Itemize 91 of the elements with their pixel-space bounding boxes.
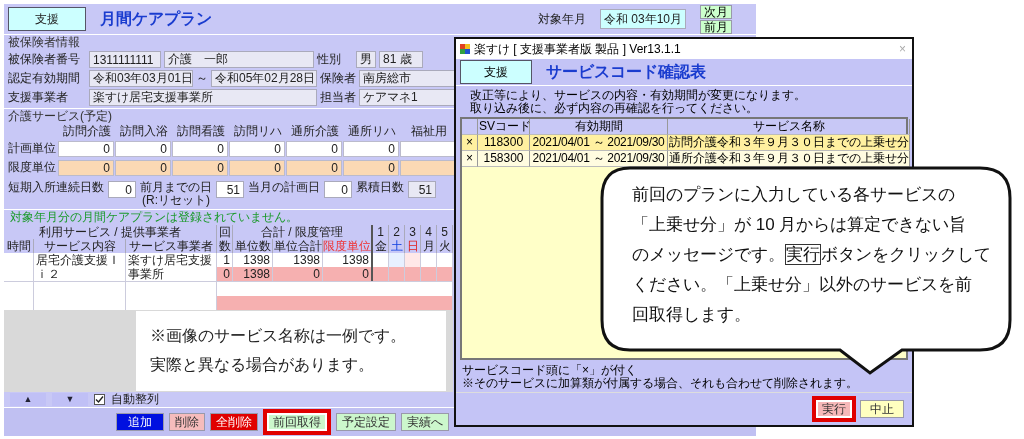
unit-cell: 0 <box>58 140 114 157</box>
previous-days-field[interactable]: 51 <box>216 181 244 198</box>
name-field: 介護 一郎 <box>164 51 314 68</box>
provider-field: 楽すけ居宅支援事業所 <box>89 89 317 106</box>
consecutive-days-field[interactable]: 0 <box>108 181 136 198</box>
field-label: 前月までの日 <box>140 181 212 194</box>
total-days-field: 51 <box>408 181 436 198</box>
unit-cell: 0 <box>115 159 171 176</box>
range-separator: ～ <box>196 72 208 85</box>
note-text: 実際と異なる場合があります。 <box>150 355 375 375</box>
table-cell: 0 <box>273 267 323 281</box>
row-label: 限度単位 <box>8 159 57 176</box>
age-field: 81 歳 <box>379 51 423 68</box>
column-header: 通所介護 <box>289 125 340 138</box>
field-label: 支援事業者 <box>8 89 69 106</box>
action-button[interactable]: 全削除 <box>210 413 258 431</box>
action-button[interactable]: 実績へ <box>401 413 449 431</box>
field-label: 累積日数 <box>356 181 404 194</box>
table-cell: 1398 <box>233 267 273 281</box>
table-cell: × <box>462 135 478 151</box>
action-button[interactable]: 追加 <box>116 413 164 431</box>
column-header: 訪問介護 <box>61 125 112 138</box>
unit-cell <box>400 159 456 176</box>
unit-cell: 0 <box>343 159 399 176</box>
period-end-field: 令和05年02月28日 <box>211 70 317 87</box>
action-button[interactable]: 予定設定 <box>336 413 396 431</box>
field-label: 認定有効期間 <box>8 70 81 87</box>
unit-cell: 0 <box>286 159 342 176</box>
unit-cell: 0 <box>172 159 228 176</box>
field-label: 被保険者番号 <box>8 51 81 68</box>
column-header: 訪問看護 <box>175 125 226 138</box>
month-button[interactable]: 次月 <box>700 4 732 19</box>
table-cell: × <box>462 151 478 167</box>
day-cell <box>389 253 405 267</box>
target-month-field[interactable]: 令和 03年10月 <box>599 9 686 29</box>
unit-cell: 0 <box>172 140 228 157</box>
column-header: 訪問入浴 <box>118 125 169 138</box>
period-start-field: 令和03年03月01日 <box>89 70 193 87</box>
table-cell: 0 <box>323 267 373 281</box>
table-cell: 158300 <box>478 151 530 167</box>
dialog-button[interactable]: 中止 <box>860 400 904 418</box>
mode-badge: 支援 <box>460 60 532 84</box>
checkbox-label: 自動整列 <box>111 393 159 406</box>
dialog-heading: サービスコード確認表 <box>546 61 706 82</box>
move-down-button[interactable]: ▼ <box>52 393 88 406</box>
table-cell: 訪問介護令和３年９月３０日までの上乗せ分 <box>668 135 910 151</box>
column-header: 福祉用 <box>409 125 448 138</box>
note-text: ※画像のサービス名称は一例です。 <box>150 326 407 346</box>
month-button[interactable]: 前月 <box>700 19 732 34</box>
column-header: 通所リハ <box>346 125 397 138</box>
section-legend: 介護サービス(予定) <box>8 110 112 123</box>
day-cell <box>405 253 421 267</box>
table-cell: 0 <box>217 267 233 281</box>
unit-cell: 0 <box>115 140 171 157</box>
field-label: 保険者 <box>320 70 356 87</box>
insured-number-field: 1311111111 <box>89 51 161 68</box>
reset-hint: (R:リセット) <box>142 194 210 207</box>
planned-days-field[interactable]: 0 <box>324 181 352 198</box>
unit-cell <box>400 140 456 157</box>
unit-cell: 0 <box>286 140 342 157</box>
unit-cell: 0 <box>58 159 114 176</box>
move-up-button[interactable]: ▲ <box>10 393 46 406</box>
field-label: 当月の計画日 <box>248 181 320 194</box>
action-button[interactable]: 前回取得 <box>263 409 331 435</box>
mode-badge: 支援 <box>8 7 86 31</box>
target-month-label: 対象年月 <box>537 12 586 26</box>
action-button[interactable]: 削除 <box>169 413 205 431</box>
checkbox[interactable] <box>94 394 105 405</box>
unit-cell: 0 <box>343 140 399 157</box>
field-label: 短期入所連続日数 <box>8 181 104 194</box>
dialog-title: 楽すけ [ 支援事業者版 製品 ] Ver13.1.1 <box>474 40 682 58</box>
table-cell: 2021/04/01 ～ 2021/09/30 <box>530 135 668 151</box>
dialog-button[interactable]: 実行 <box>812 396 856 422</box>
unit-cell: 0 <box>229 140 285 157</box>
field-label: 担当者 <box>320 89 356 106</box>
gender-field: 男 <box>356 51 376 68</box>
table-cell: 居宅介護支援Ｉｉ２ <box>34 253 126 281</box>
row-label: 計画単位 <box>8 140 57 157</box>
table-cell: 楽すけ居宅支援事業所 <box>126 253 217 281</box>
table-cell: 2021/04/01 ～ 2021/09/30 <box>530 151 668 167</box>
unit-cell: 0 <box>229 159 285 176</box>
field-label: 性別 <box>317 51 342 68</box>
app-icon <box>460 44 470 54</box>
footer-note: ※そのサービスに加算類が付属する場合、それも合わせて削除されます。 <box>461 377 859 390</box>
table-cell: 118300 <box>478 135 530 151</box>
footer-note: サービスコード頭に「×」が付く <box>461 364 638 377</box>
section-legend: 被保険者情報 <box>8 36 80 49</box>
window-title: 月間ケアプラン <box>100 8 212 29</box>
column-header: 訪問リハ <box>232 125 283 138</box>
callout-text: 前回のプランに入力している各サービスの 「上乗せ分」が 10 月からは算定できない旨 のメッセージです。実行ボタンをクリックして ください。「上乗せ分」以外のサービスを前 回取得します。 <box>632 184 991 326</box>
table-cell: 通所介護令和３年９月３０日までの上乗せ分 <box>668 151 910 167</box>
